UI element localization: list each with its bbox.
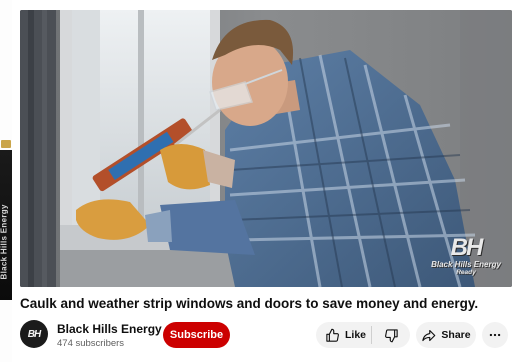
brand-watermark-name: Black Hills Energy xyxy=(431,260,501,269)
share-button[interactable]: Share xyxy=(416,322,476,348)
like-dislike-group: Like xyxy=(316,322,410,348)
like-label: Like xyxy=(345,329,367,341)
adjacent-video-side-text: Black Hills Energy xyxy=(0,204,9,280)
brand-watermark: BH Black Hills Energy Ready xyxy=(430,236,502,277)
more-horizontal-icon xyxy=(488,328,502,342)
share-arrow-icon xyxy=(421,328,436,343)
channel-logo-mini xyxy=(1,140,11,148)
channel-row: BH Black Hills Energy 474 subscribers Su… xyxy=(20,320,515,352)
video-player[interactable]: BH Black Hills Energy Ready xyxy=(20,10,512,287)
adjacent-video-edge: Black Hills Energy xyxy=(0,0,12,362)
video-title: Caulk and weather strip windows and door… xyxy=(20,296,479,311)
more-actions-button[interactable] xyxy=(482,322,508,348)
share-label: Share xyxy=(441,329,471,341)
channel-avatar[interactable]: BH xyxy=(20,320,48,348)
like-button[interactable]: Like xyxy=(316,322,371,348)
dislike-button[interactable] xyxy=(372,322,410,348)
channel-name[interactable]: Black Hills Energy xyxy=(57,322,162,336)
subscribe-button[interactable]: Subscribe xyxy=(163,322,230,348)
thumbs-down-icon xyxy=(384,328,399,343)
thumbs-up-icon xyxy=(325,328,340,343)
subscriber-count: 474 subscribers xyxy=(57,338,125,349)
channel-avatar-text: BH xyxy=(27,328,41,340)
brand-watermark-tag: Ready xyxy=(456,269,476,276)
brand-watermark-mark: BH xyxy=(450,234,484,261)
